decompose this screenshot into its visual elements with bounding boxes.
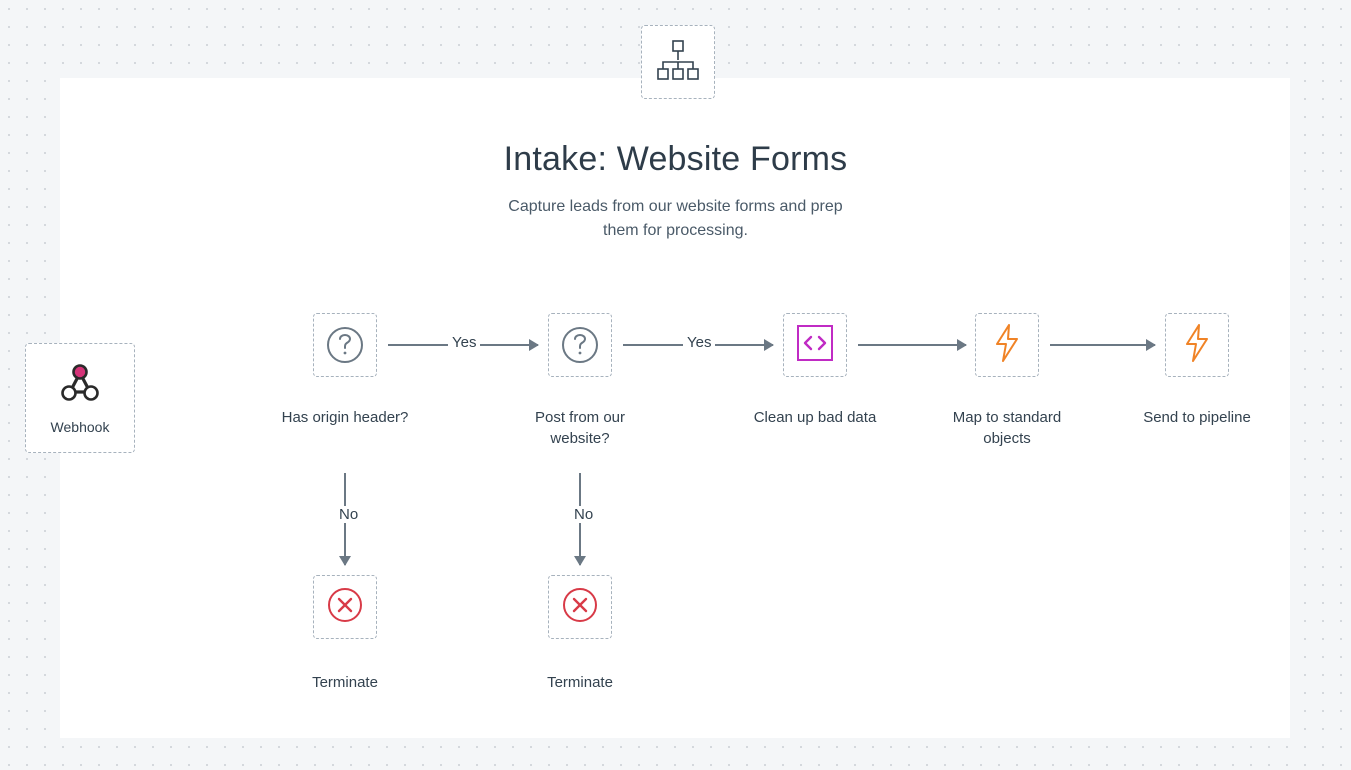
lightning-icon [1185,324,1209,367]
org-chart-icon [657,40,699,85]
question-icon [327,327,363,363]
label-cleanup: Clean up bad data [745,407,885,428]
webhook-label: Webhook [51,419,110,435]
node-cleanup[interactable] [783,313,847,377]
lightning-icon [995,324,1019,367]
edge-map-to-send [1050,344,1155,346]
question-icon [562,327,598,363]
terminate-icon [562,587,598,628]
edge-cleanup-to-map [858,344,966,346]
subtitle-line-2: them for processing. [603,222,748,239]
workflow-subtitle: Capture leads from our website forms and… [0,195,1351,243]
edge-label-yes-1: Yes [448,334,480,351]
node-send[interactable] [1165,313,1229,377]
label-map: Map to standard objects [937,407,1077,449]
terminate-icon [327,587,363,628]
subtitle-line-1: Capture leads from our website forms and… [508,198,842,215]
label-decision-post: Post from our website? [510,407,650,449]
node-decision-post[interactable] [548,313,612,377]
label-send: Send to pipeline [1127,407,1267,428]
node-terminate-1[interactable] [313,575,377,639]
label-terminate-2: Terminate [510,672,650,693]
code-step-icon [797,325,833,366]
webhook-icon [57,362,103,411]
node-webhook[interactable]: Webhook [25,343,135,453]
node-map[interactable] [975,313,1039,377]
edge-label-yes-2: Yes [683,334,715,351]
edge-label-no-1: No [335,506,362,523]
label-decision-origin: Has origin header? [275,407,415,428]
label-terminate-1: Terminate [275,672,415,693]
workflow-header-icon-box [641,25,715,99]
node-terminate-2[interactable] [548,575,612,639]
workflow-title: Intake: Website Forms [0,140,1351,179]
node-decision-origin[interactable] [313,313,377,377]
edge-label-no-2: No [570,506,597,523]
